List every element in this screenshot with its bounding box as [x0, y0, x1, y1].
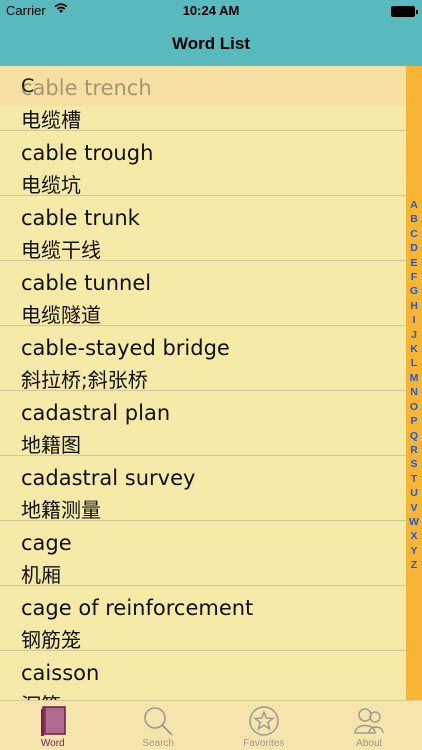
- index-letter-d[interactable]: D: [406, 241, 422, 255]
- word-english: cable tunnel: [21, 271, 152, 295]
- tab-word[interactable]: Word: [0, 701, 106, 750]
- status-bar: Carrier 10:24 AM: [0, 0, 422, 22]
- book-icon: [37, 705, 69, 737]
- index-letter-r[interactable]: R: [406, 443, 422, 457]
- index-letter-t[interactable]: T: [406, 472, 422, 486]
- word-chinese: 斜拉桥;斜张桥: [21, 368, 148, 392]
- index-letter-f[interactable]: F: [406, 270, 422, 284]
- word-chinese: 电缆槽: [21, 108, 81, 132]
- index-letter-v[interactable]: V: [406, 501, 422, 515]
- index-letter-s[interactable]: S: [406, 457, 422, 471]
- word-chinese: 电缆干线: [21, 238, 101, 262]
- word-english: cable trough: [21, 141, 154, 165]
- list-item[interactable]: caisson 沉箱: [0, 651, 406, 700]
- tab-bar: Word Search Favorites About: [0, 700, 422, 750]
- index-letter-a[interactable]: A: [406, 198, 422, 212]
- index-letter-e[interactable]: E: [406, 256, 422, 270]
- list-item[interactable]: cage of reinforcement 钢筋笼: [0, 586, 406, 652]
- tab-label: Favorites: [243, 738, 285, 749]
- tab-search[interactable]: Search: [106, 701, 212, 750]
- word-english: cadastral plan: [21, 401, 171, 425]
- list-item[interactable]: cable trunk 电缆干线: [0, 196, 406, 262]
- star-icon: [248, 705, 280, 737]
- index-letter-o[interactable]: O: [406, 400, 422, 414]
- index-letter-c[interactable]: C: [406, 227, 422, 241]
- index-letter-l[interactable]: L: [406, 356, 422, 370]
- word-chinese: 钢筋笼: [21, 628, 81, 652]
- index-letter-m[interactable]: M: [406, 371, 422, 385]
- word-list[interactable]: 电缆槽 cable trough 电缆坑 cable trunk 电缆干线 ca…: [0, 66, 406, 700]
- index-letter-z[interactable]: Z: [406, 558, 422, 572]
- word-chinese: 电缆隧道: [21, 303, 101, 327]
- tab-favorites[interactable]: Favorites: [211, 701, 317, 750]
- index-letter-y[interactable]: Y: [406, 544, 422, 558]
- word-english: cable-stayed bridge: [21, 336, 230, 360]
- word-english: caisson: [21, 661, 100, 685]
- people-icon: [353, 705, 385, 737]
- word-chinese: 机厢: [21, 563, 61, 587]
- page-title: Word List: [171, 34, 251, 53]
- word-chinese: 电缆坑: [21, 173, 81, 197]
- word-english: cadastral survey: [21, 466, 196, 490]
- index-letter-b[interactable]: B: [406, 212, 422, 226]
- alphabet-index[interactable]: ABCDEFGHIJKLMNOPQRSTUVWXYZ: [406, 66, 422, 700]
- index-letter-k[interactable]: K: [406, 342, 422, 356]
- list-item[interactable]: cadastral plan 地籍图: [0, 391, 406, 457]
- index-letter-x[interactable]: X: [406, 529, 422, 543]
- word-chinese: 地籍图: [21, 433, 81, 457]
- list-item[interactable]: cable-stayed bridge 斜拉桥;斜张桥: [0, 326, 406, 392]
- index-letter-i[interactable]: I: [406, 313, 422, 327]
- index-letter-q[interactable]: Q: [406, 429, 422, 443]
- index-letter-g[interactable]: G: [406, 284, 422, 298]
- list-item[interactable]: cadastral survey 地籍测量: [0, 456, 406, 522]
- word-english: cable trunk: [21, 206, 140, 230]
- list-item[interactable]: cable trough 电缆坑: [0, 131, 406, 197]
- clock-time: 10:24 AM: [182, 3, 240, 18]
- index-letter-n[interactable]: N: [406, 385, 422, 399]
- tab-label: Search: [142, 738, 175, 749]
- index-letter-h[interactable]: H: [406, 299, 422, 313]
- battery-icon: [391, 6, 418, 17]
- list-item[interactable]: cage 机厢: [0, 521, 406, 587]
- tab-about[interactable]: About: [317, 701, 422, 750]
- word-english-under-header: cable trench: [21, 76, 152, 100]
- word-chinese: 沉箱: [21, 689, 61, 700]
- index-letter-u[interactable]: U: [406, 486, 422, 500]
- index-letter-w[interactable]: W: [406, 515, 422, 529]
- index-letter-j[interactable]: J: [406, 328, 422, 342]
- index-letters[interactable]: ABCDEFGHIJKLMNOPQRSTUVWXYZ: [406, 198, 422, 573]
- tab-label: About: [356, 738, 383, 749]
- magnifier-icon: [142, 705, 174, 737]
- tab-label: Word: [40, 738, 65, 749]
- word-chinese: 地籍测量: [21, 498, 101, 522]
- navigation-bar: Word List: [0, 22, 422, 66]
- word-english: cage of reinforcement: [21, 596, 254, 620]
- list-item[interactable]: cable tunnel 电缆隧道: [0, 261, 406, 327]
- word-english: cage: [21, 531, 72, 555]
- index-letter-p[interactable]: P: [406, 414, 422, 428]
